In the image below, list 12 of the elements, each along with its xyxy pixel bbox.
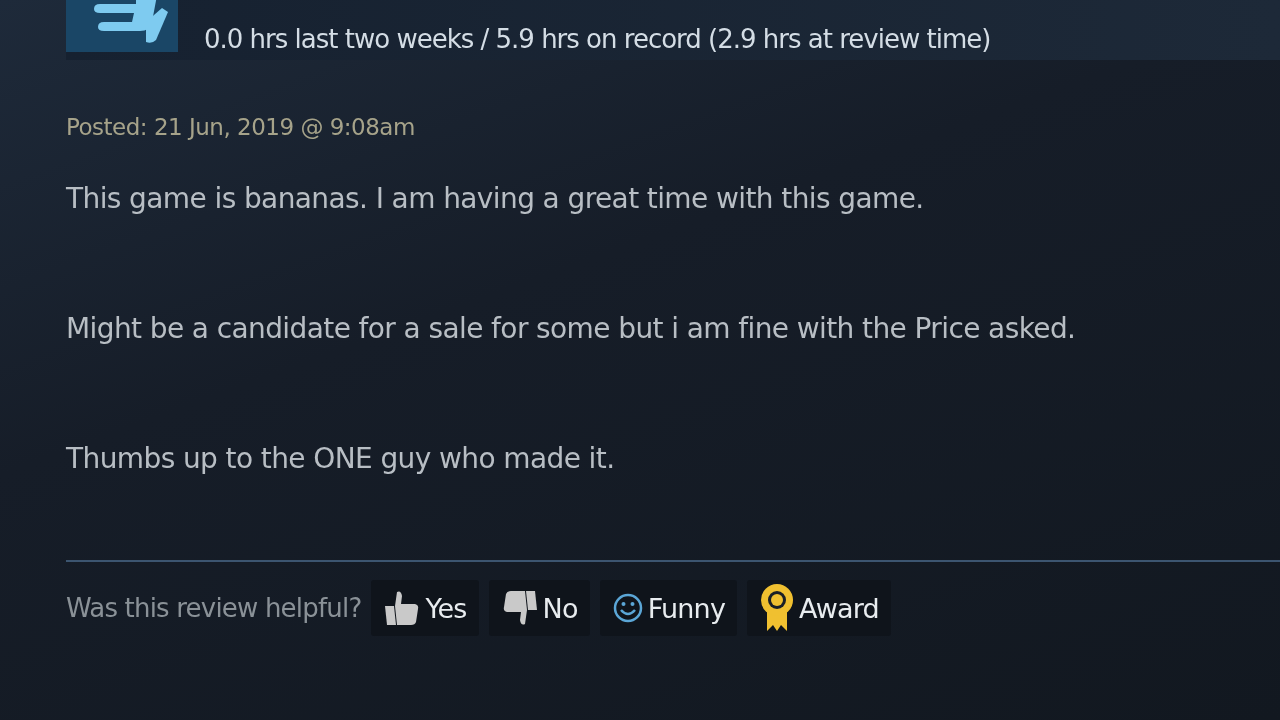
funny-button[interactable]: Funny bbox=[599, 580, 738, 636]
award-ribbon-icon bbox=[759, 583, 796, 633]
posted-date: Posted: 21 Jun, 2019 @ 9:08am bbox=[66, 114, 416, 140]
smiley-icon bbox=[611, 592, 644, 624]
yes-button[interactable]: Yes bbox=[371, 580, 479, 636]
review-paragraph: Might be a candidate for a sale for some but i am fine with the Price asked. bbox=[66, 311, 1077, 347]
award-button[interactable]: Award bbox=[747, 580, 891, 636]
review-paragraph: This game is bananas. I am having a great time with this game. bbox=[66, 181, 925, 217]
playtime-text: 0.0 hrs last two weeks / 5.9 hrs on record (2.9 hrs at review time) bbox=[204, 24, 991, 56]
no-button[interactable]: No bbox=[488, 580, 590, 636]
helpful-question: Was this review helpful? bbox=[66, 593, 362, 623]
review-paragraph: Thumbs up to the ONE guy who made it. bbox=[66, 441, 616, 477]
